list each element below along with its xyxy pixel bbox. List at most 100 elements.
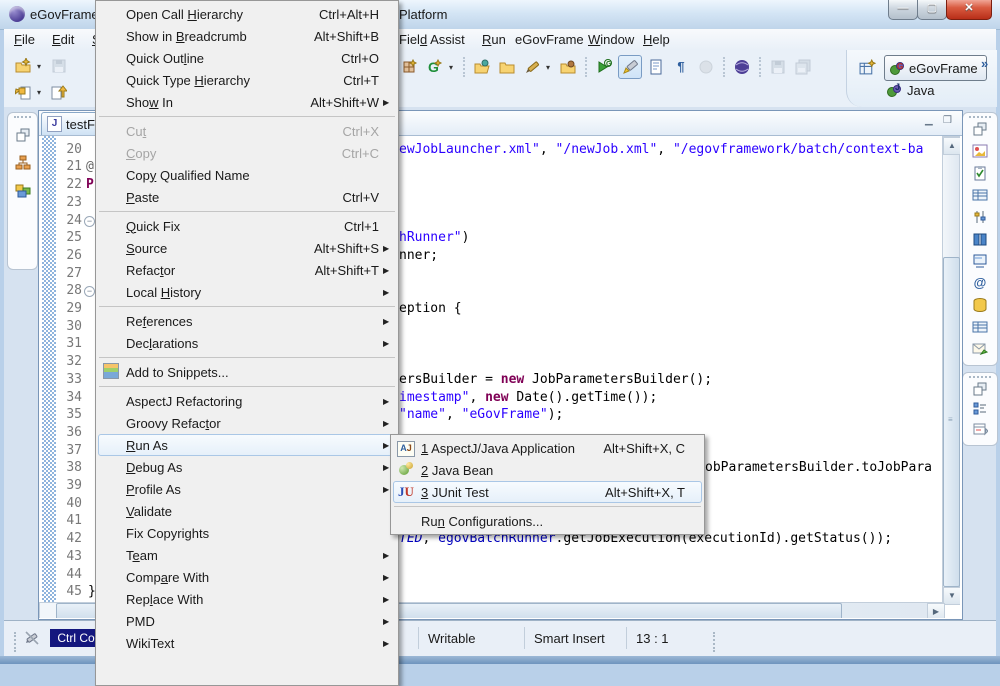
line-number: 44 [56,566,85,584]
editor-maximize-icon[interactable]: ❒ [943,115,952,126]
context-menu-item-validate[interactable]: Validate [98,500,396,522]
context-menu-item-declarations[interactable]: Declarations▶ [98,332,396,354]
context-menu-item-aspectj-refactoring[interactable]: AspectJ Refactoring▶ [98,390,396,412]
context-menu-item-paste[interactable]: PasteCtrl+V [98,186,396,208]
folder-ball-button[interactable] [557,56,579,78]
restore-view-icon[interactable] [972,121,988,137]
tasks-view-icon[interactable] [972,165,988,181]
import-dropdown-icon[interactable]: ▾ [37,88,45,97]
scroll-down-icon[interactable]: ▼ [943,587,960,605]
highlight-marker-button[interactable] [618,55,642,79]
context-menu-item-fix-copyrights[interactable]: Fix Copyrights [98,522,396,544]
context-menu-item-local-history[interactable]: Local History▶ [98,281,396,303]
maximize-button[interactable]: ▢ [917,0,947,20]
data-source-view-icon[interactable] [972,297,988,313]
menubar-field-assist[interactable]: Field Assist [399,32,465,47]
context-menu-item-quick-type-hierarchy[interactable]: Quick Type HierarchyCtrl+T [98,69,396,91]
perspective-egovframe-button[interactable]: eGovFrame [884,55,987,81]
context-menu-item-profile-as[interactable]: Profile As▶ [98,478,396,500]
show-whitespace-button[interactable]: ¶ [670,56,692,78]
context-menu-item-quick-fix[interactable]: Quick FixCtrl+1 [98,215,396,237]
run-external-tools-button[interactable] [593,56,615,78]
new-egov-grid-button[interactable] [399,56,421,78]
pen-dropdown-icon[interactable]: ▾ [546,63,554,72]
context-menu-item-replace-with[interactable]: Replace With▶ [98,588,396,610]
sliders-view-icon[interactable] [972,209,988,225]
menubar-window[interactable]: Window [588,32,634,47]
context-menu-item-references[interactable]: References▶ [98,310,396,332]
editor-minimize-icon[interactable]: ▁ [925,115,933,126]
context-menu-item-team[interactable]: Team▶ [98,544,396,566]
menubar-run[interactable]: Run [482,32,506,47]
drag-handle[interactable] [14,116,31,123]
export-button[interactable] [48,81,70,103]
drag-handle[interactable] [713,632,720,652]
menu-item-label: Replace With [123,592,379,607]
menubar-egovframe[interactable]: eGovFrame [515,32,584,47]
properties-view-icon[interactable] [972,187,988,203]
egov-generate-button[interactable] [424,56,446,78]
generate-dropdown-icon[interactable]: ▾ [449,63,457,72]
scroll-up-icon[interactable]: ▲ [943,137,960,155]
context-menu-item-open-call-hierarchy[interactable]: Open Call HierarchyCtrl+Alt+H [98,3,396,25]
new-dropdown-icon[interactable]: ▾ [37,62,45,71]
image-view-icon[interactable] [972,143,988,159]
context-menu-item-groovy-refactor[interactable]: Groovy Refactor▶ [98,412,396,434]
perspective-java-button[interactable]: Java [886,82,934,98]
menubar-file[interactable]: File [14,32,35,47]
help-view-icon[interactable] [972,231,988,247]
menu-item-label: References [123,314,379,329]
context-menu-item-show-in-breadcrumb[interactable]: Show in BreadcrumbAlt+Shift+B [98,25,396,47]
run-as-item-run-configurations[interactable]: Run Configurations... [393,510,702,532]
outline-view-icon[interactable] [972,401,988,417]
scroll-right-icon[interactable]: ▶ [927,603,945,618]
eclipse-sphere-button[interactable] [731,56,753,78]
open-folder-button[interactable] [471,56,493,78]
fold-collapse-icon[interactable]: − [84,216,95,227]
context-menu-item-copy-qualified-name[interactable]: Copy Qualified Name [98,164,396,186]
templates-view-icon[interactable] [972,421,988,437]
context-menu-separator [99,116,395,117]
context-menu-item-source[interactable]: SourceAlt+Shift+S▶ [98,237,396,259]
restore-view-icon[interactable] [972,381,988,397]
vertical-scroll-thumb[interactable]: ≡ [943,257,960,587]
package-explorer-view-icon[interactable] [15,183,31,199]
context-menu-item-wikitext[interactable]: WikiText▶ [98,632,396,654]
toolbar-separator [723,57,725,77]
menubar-edit[interactable]: Edit [52,32,74,47]
pen-tool-button[interactable] [521,56,543,78]
context-menu-item-show-in[interactable]: Show InAlt+Shift+W▶ [98,91,396,113]
context-menu-item-debug-as[interactable]: Debug As▶ [98,456,396,478]
fold-collapse-icon[interactable]: − [84,286,95,297]
run-as-item-2-java-bean[interactable]: 2 Java Bean [393,459,702,481]
menubar-help[interactable]: Help [643,32,670,47]
folder-button[interactable] [496,56,518,78]
annotations-view-icon[interactable]: @ [972,275,988,291]
import-button[interactable] [12,81,34,103]
new-wizard-button[interactable] [12,55,34,77]
perspective-overflow-chevron[interactable]: » [981,56,987,71]
context-menu-separator [99,211,395,212]
drag-handle[interactable] [14,632,21,652]
context-menu-item-quick-outline[interactable]: Quick OutlineCtrl+O [98,47,396,69]
context-menu-item-add-to-snippets[interactable]: Add to Snippets... [98,361,396,383]
context-menu-item-run-as[interactable]: Run As▶ [98,434,396,456]
console-view-icon[interactable] [972,253,988,269]
context-menu-item-copy: CopyCtrl+C [98,142,396,164]
format-document-button[interactable] [645,56,667,78]
context-menu-item-pmd[interactable]: PMD▶ [98,610,396,632]
restore-view-icon[interactable] [15,127,31,143]
close-button[interactable]: ✕ [946,0,992,20]
snippets-view-icon[interactable] [972,341,988,357]
open-perspective-icon[interactable] [859,59,876,76]
minimize-button[interactable]: — [888,0,918,20]
submenu-arrow-icon: ▶ [383,573,395,582]
run-as-item-3-junit-test[interactable]: JU3 JUnit TestAlt+Shift+X, T [393,481,702,503]
vertical-scrollbar[interactable]: ▲ ≡ ▼ [942,136,960,604]
line-number: 32 [56,353,85,371]
context-menu-item-refactor[interactable]: RefactorAlt+Shift+T▶ [98,259,396,281]
run-as-item-1-aspectj-java-application[interactable]: AJ1 AspectJ/Java ApplicationAlt+Shift+X,… [393,437,702,459]
result-view-icon[interactable] [972,319,988,335]
hierarchy-view-icon[interactable] [15,155,31,171]
context-menu-item-compare-with[interactable]: Compare With▶ [98,566,396,588]
